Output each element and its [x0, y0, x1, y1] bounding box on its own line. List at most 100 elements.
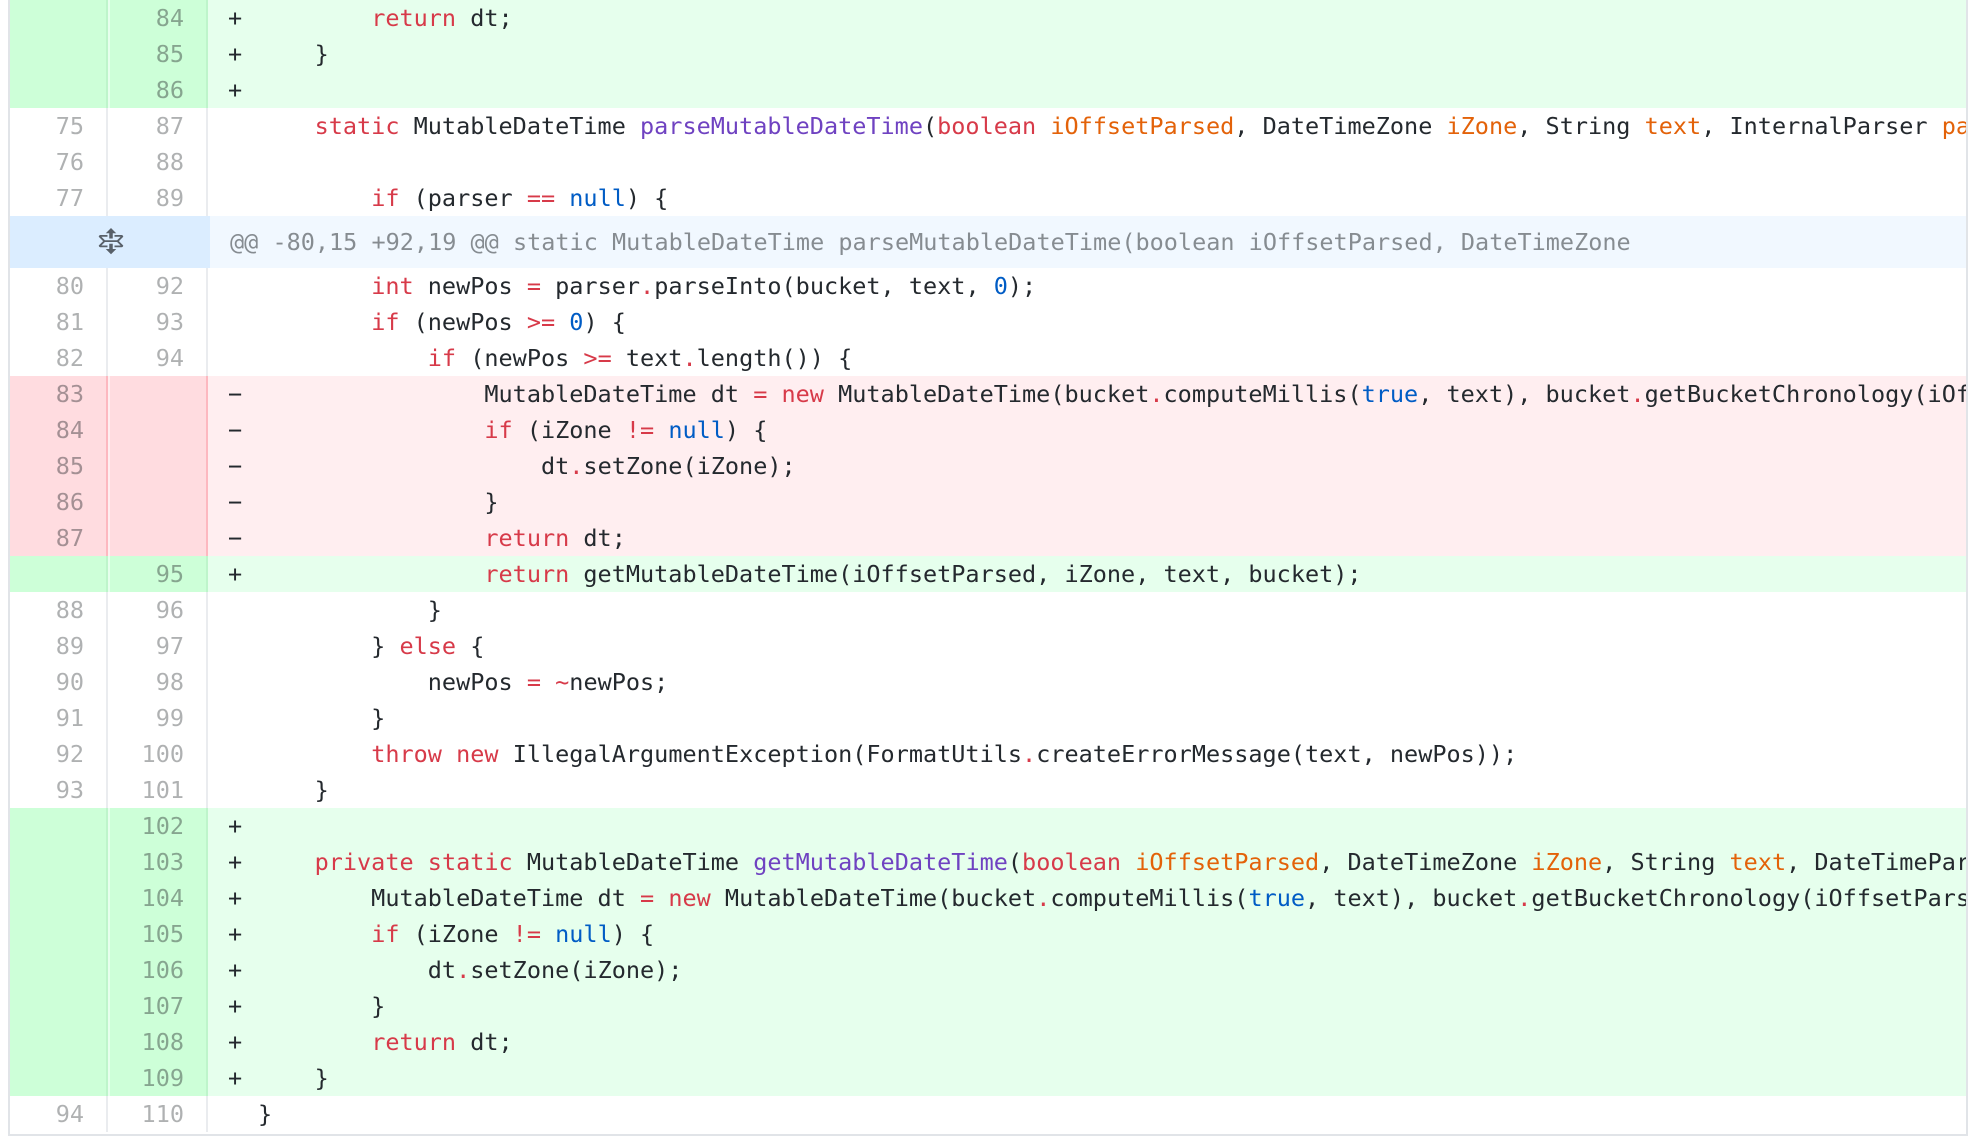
- diff-line-context: 89 97 } else {: [10, 628, 1966, 664]
- diff-line-context: 81 93 if (newPos >= 0) {: [10, 304, 1966, 340]
- old-line-number[interactable]: [10, 0, 108, 36]
- new-line-number[interactable]: [110, 484, 208, 520]
- code-token: , text), bucket: [1418, 380, 1631, 408]
- code-text: dt.setZone(iZone);: [258, 448, 796, 484]
- old-line-number[interactable]: [10, 880, 108, 916]
- code-token: !=: [512, 920, 541, 948]
- code-token: {: [456, 632, 485, 660]
- old-line-number[interactable]: [10, 844, 108, 880]
- old-line-number[interactable]: [10, 1060, 108, 1096]
- diff-marker: +: [228, 40, 243, 68]
- old-line-number[interactable]: [10, 952, 108, 988]
- new-line-number[interactable]: 109: [110, 1060, 208, 1096]
- old-line-number[interactable]: [10, 556, 108, 592]
- code-token: if: [371, 308, 400, 336]
- diff-marker: +: [228, 956, 243, 984]
- old-line-number[interactable]: 82: [10, 340, 108, 376]
- code-text: }: [258, 988, 385, 1024]
- old-line-number[interactable]: 87: [10, 520, 108, 556]
- old-line-number[interactable]: 90: [10, 664, 108, 700]
- old-line-number[interactable]: 93: [10, 772, 108, 808]
- expand-button[interactable]: [10, 216, 210, 268]
- old-line-number[interactable]: [10, 1024, 108, 1060]
- old-line-number[interactable]: 75: [10, 108, 108, 144]
- new-line-number[interactable]: 95: [110, 556, 208, 592]
- old-line-number[interactable]: [10, 36, 108, 72]
- code-token: static: [314, 112, 400, 140]
- code-token: MutableDateTime dt: [258, 380, 754, 408]
- new-line-number[interactable]: 103: [110, 844, 208, 880]
- new-line-number[interactable]: 102: [110, 808, 208, 844]
- code-token: }: [258, 1064, 329, 1092]
- new-line-number[interactable]: 87: [110, 108, 208, 144]
- old-line-number[interactable]: [10, 916, 108, 952]
- old-line-number[interactable]: 88: [10, 592, 108, 628]
- new-line-number[interactable]: 106: [110, 952, 208, 988]
- old-line-number[interactable]: 86: [10, 484, 108, 520]
- diff-line-context: 94 110}: [10, 1096, 1966, 1132]
- diff-rows-after: 80 92 int newPos = parser.parseInto(bucke…: [10, 268, 1966, 1132]
- old-line-number[interactable]: 84: [10, 412, 108, 448]
- code-text: private static MutableDateTime getMutabl…: [258, 844, 1966, 880]
- new-line-number[interactable]: [110, 520, 208, 556]
- new-line-number[interactable]: 86: [110, 72, 208, 108]
- new-line-number[interactable]: 104: [110, 880, 208, 916]
- new-line-number[interactable]: 99: [110, 700, 208, 736]
- new-line-number[interactable]: 93: [110, 304, 208, 340]
- old-line-number[interactable]: 77: [10, 180, 108, 216]
- code-token: , DateTimeParserBucket: [1786, 848, 1966, 876]
- new-line-number[interactable]: 105: [110, 916, 208, 952]
- new-line-number[interactable]: 97: [110, 628, 208, 664]
- code-token: computeMillis(: [1163, 380, 1362, 408]
- old-line-number[interactable]: 89: [10, 628, 108, 664]
- old-line-number[interactable]: 76: [10, 144, 108, 180]
- new-line-number[interactable]: 98: [110, 664, 208, 700]
- new-line-number[interactable]: 89: [110, 180, 208, 216]
- old-line-number[interactable]: [10, 72, 108, 108]
- new-line-number[interactable]: 94: [110, 340, 208, 376]
- old-line-number[interactable]: 92: [10, 736, 108, 772]
- new-line-number[interactable]: 85: [110, 36, 208, 72]
- code-token: =: [526, 272, 541, 300]
- diff-line-added: 86 +: [10, 72, 1966, 108]
- old-line-number[interactable]: 83: [10, 376, 108, 412]
- new-line-number[interactable]: [110, 376, 208, 412]
- new-line-number[interactable]: 88: [110, 144, 208, 180]
- code-token: new: [668, 884, 711, 912]
- code-token: .: [456, 956, 471, 984]
- code-token: );: [1007, 272, 1037, 300]
- new-line-number[interactable]: 96: [110, 592, 208, 628]
- new-line-number[interactable]: 110: [110, 1096, 208, 1132]
- old-line-number[interactable]: 91: [10, 700, 108, 736]
- new-line-number[interactable]: 101: [110, 772, 208, 808]
- old-line-number[interactable]: 81: [10, 304, 108, 340]
- new-line-number[interactable]: [110, 412, 208, 448]
- old-line-number[interactable]: 94: [10, 1096, 108, 1132]
- old-line-number[interactable]: [10, 808, 108, 844]
- new-line-number[interactable]: 108: [110, 1024, 208, 1060]
- new-line-number[interactable]: 107: [110, 988, 208, 1024]
- code-token: .: [1149, 380, 1164, 408]
- code-token: .: [1022, 740, 1037, 768]
- code-text: }: [258, 36, 329, 72]
- code-token: dt: [258, 956, 457, 984]
- old-line-number[interactable]: 85: [10, 448, 108, 484]
- code-token: text: [611, 344, 683, 372]
- old-line-number[interactable]: 80: [10, 268, 108, 304]
- new-line-number[interactable]: [110, 448, 208, 484]
- old-line-number[interactable]: [10, 988, 108, 1024]
- code-token: =: [753, 380, 768, 408]
- new-line-number[interactable]: 84: [110, 0, 208, 36]
- new-line-number[interactable]: 92: [110, 268, 208, 304]
- code-token: .: [640, 272, 655, 300]
- code-token: setZone(iZone);: [470, 956, 683, 984]
- new-line-number[interactable]: 100: [110, 736, 208, 772]
- diff-line-context: 92 100 throw new IllegalArgumentException…: [10, 736, 1966, 772]
